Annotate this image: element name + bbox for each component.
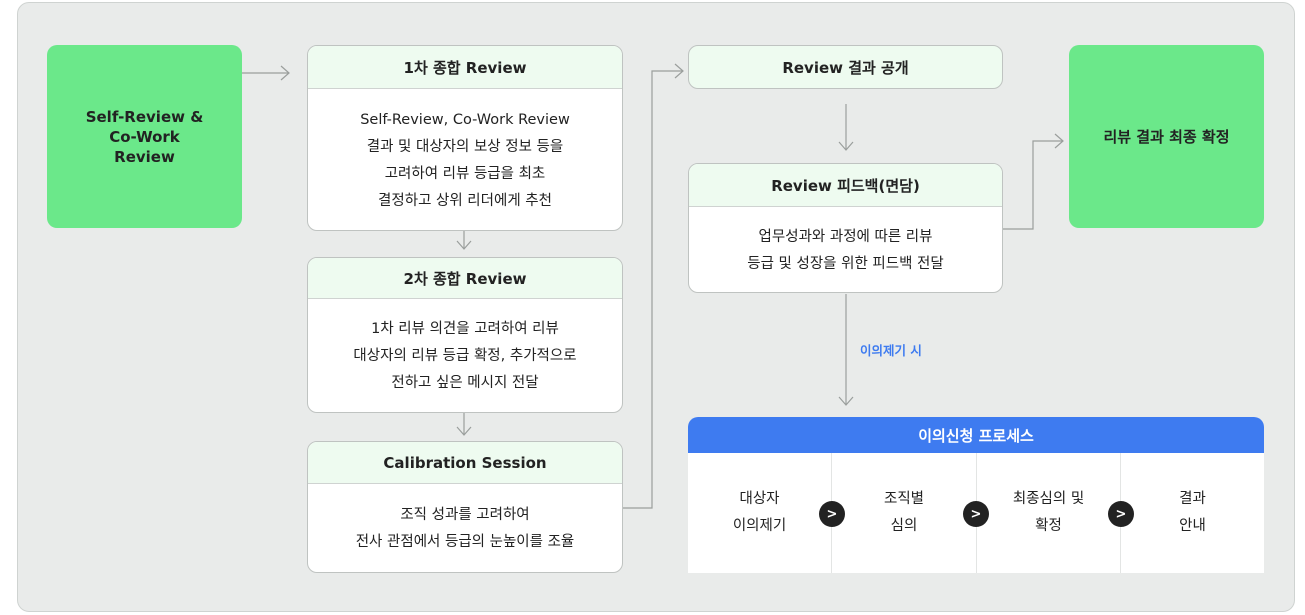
- feedback-card: Review 피드백(면담) 업무성과와 과정에 따른 리뷰 등급 및 성장을 …: [688, 163, 1003, 293]
- self-review-box: Self-Review & Co-Work Review: [47, 45, 242, 228]
- review1-body: Self-Review, Co-Work Review 결과 및 대상자의 보상…: [360, 111, 570, 209]
- final-box: 리뷰 결과 최종 확정: [1069, 45, 1264, 228]
- appeal-step-4: 결과 안내: [1179, 491, 1206, 534]
- review1-title: 1차 종합 Review: [308, 46, 622, 89]
- review1-card: 1차 종합 Review Self-Review, Co-Work Review…: [307, 45, 623, 231]
- objection-note: 이의제기 시: [860, 343, 922, 358]
- feedback-title: Review 피드백(면담): [689, 164, 1002, 207]
- chevron-right-icon: >: [963, 501, 989, 527]
- calibration-title: Calibration Session: [308, 442, 622, 484]
- chevron-right-icon: >: [819, 501, 845, 527]
- appeal-process: 이의신청 프로세스 대상자 이의제기 조직별 심의 최종심의 및 확정 결과 안…: [688, 417, 1264, 573]
- self-review-label: Self-Review & Co-Work Review: [85, 107, 204, 166]
- review2-card: 2차 종합 Review 1차 리뷰 의견을 고려하여 리뷰 대상자의 리뷰 등…: [307, 257, 623, 413]
- feedback-body: 업무성과와 과정에 따른 리뷰 등급 및 성장을 위한 피드백 전달: [747, 228, 944, 272]
- publish-label: Review 결과 공개: [782, 58, 909, 77]
- review2-body: 1차 리뷰 의견을 고려하여 리뷰 대상자의 리뷰 등급 확정, 추가적으로 전…: [353, 321, 577, 391]
- appeal-step-2: 조직별 심의: [883, 491, 925, 534]
- appeal-step-1: 대상자 이의제기: [732, 491, 787, 534]
- calibration-card: Calibration Session 조직 성과를 고려하여 전사 관점에서 …: [307, 441, 623, 573]
- review2-title: 2차 종합 Review: [308, 258, 622, 299]
- appeal-title: 이의신청 프로세스: [688, 417, 1264, 453]
- calibration-body: 조직 성과를 고려하여 전사 관점에서 등급의 눈높이를 조율: [355, 507, 575, 550]
- final-label: 리뷰 결과 최종 확정: [1103, 128, 1230, 146]
- chevron-right-icon: >: [1108, 501, 1134, 527]
- appeal-step-3: 최종심의 및 확정: [1012, 491, 1085, 534]
- publish-box: Review 결과 공개: [688, 45, 1003, 89]
